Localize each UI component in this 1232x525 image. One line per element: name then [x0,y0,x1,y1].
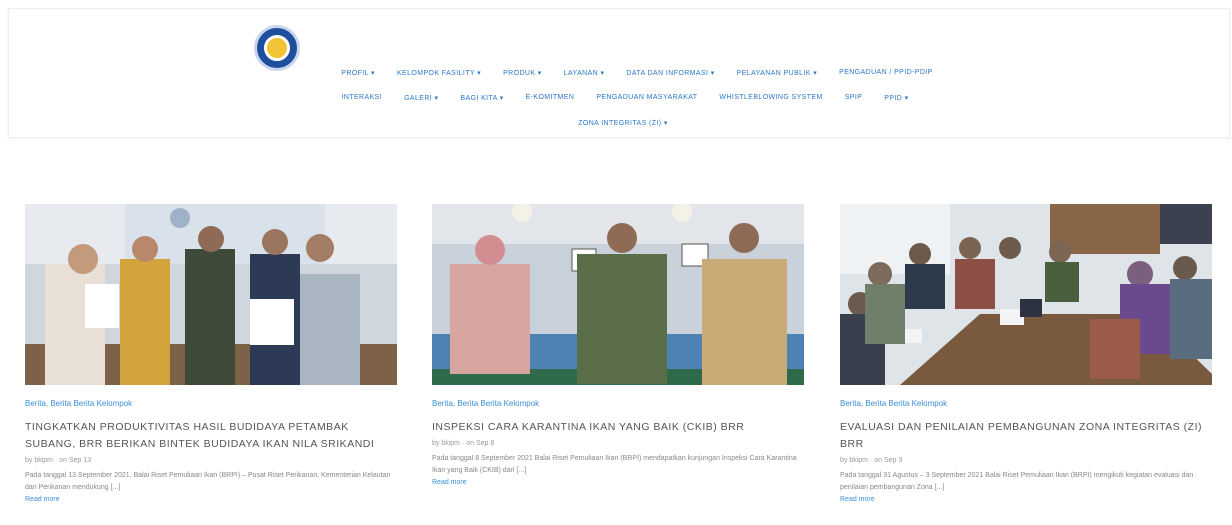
post-excerpt: Pada tanggal 8 September 2021 Balai Rise… [432,455,797,474]
post-excerpt: Pada tanggal 13 September 2021, Balai Ri… [25,472,391,491]
post-thumbnail[interactable] [840,204,1212,385]
post-category[interactable]: Berita, Berita Berita Kelompok [432,399,804,408]
photo-image [840,204,1212,385]
post-thumbnail[interactable] [25,204,397,385]
post-thumbnail[interactable] [432,204,804,385]
nav-galeri[interactable]: GALERI ▾ [404,94,438,102]
post-category[interactable]: Berita, Berita Berita Kelompok [840,399,1212,408]
photo-image [432,204,804,385]
post-meta: by bkipm · on Sep 3 [840,457,903,464]
nav-kelompok[interactable]: KELOMPOK FASILITY ▾ [397,69,481,77]
read-more-link[interactable]: Read more [432,479,804,486]
main-nav-row-3: ZONA INTEGRITAS (ZI) ▾ [9,119,1229,127]
nav-pengaduan-masyarakat[interactable]: PENGADUAN MASYARAKAT [596,94,697,102]
nav-produk[interactable]: PRODUK ▾ [503,69,542,77]
nav-ppid[interactable]: PPID ▾ [884,94,908,102]
post-meta: by bkipm · on Sep 13 [25,457,92,464]
post-title[interactable]: TINGKATKAN PRODUKTIVITAS HASIL BUDIDAYA … [25,419,397,453]
post-card: Berita, Berita Berita Kelompok INSPEKSI … [432,204,804,524]
nav-layanan[interactable]: LAYANAN ▾ [564,69,605,77]
post-excerpt: Pada tanggal 31 Agustus – 3 September 20… [840,472,1194,491]
nav-whistleblowing[interactable]: WHISTLEBLOWING SYSTEM [719,94,822,102]
main-nav-row-1: PROFIL ▾ KELOMPOK FASILITY ▾ PRODUK ▾ LA… [9,69,1229,77]
nav-bagi-kita[interactable]: BAGI KITA ▾ [460,94,503,102]
nav-data-informasi[interactable]: DATA DAN INFORMASI ▾ [626,69,714,77]
logo-emblem-icon [264,35,290,61]
photo-image [25,204,397,385]
post-meta: by bkipm · on Sep 8 [432,440,495,447]
post-category[interactable]: Berita, Berita Berita Kelompok [25,399,397,408]
nav-e-komitmen[interactable]: E-KOMITMEN [526,94,575,102]
read-more-link[interactable]: Read more [25,496,397,503]
nav-pengaduan[interactable]: PENGADUAN / PPID-PDIP [839,69,933,77]
nav-zona-integritas[interactable]: ZONA INTEGRITAS (ZI) ▾ [578,119,668,127]
site-logo[interactable] [254,25,300,71]
site-header: PROFIL ▾ KELOMPOK FASILITY ▾ PRODUK ▾ LA… [8,8,1230,138]
post-card: Berita, Berita Berita Kelompok TINGKATKA… [25,204,397,524]
nav-profil[interactable]: PROFIL ▾ [341,69,375,77]
main-nav-row-2: INTERAKSI GALERI ▾ BAGI KITA ▾ E-KOMITME… [9,94,1229,102]
nav-pelayanan-publik[interactable]: PELAYANAN PUBLIK ▾ [737,69,817,77]
nav-spip[interactable]: SPIP [845,94,863,102]
post-title[interactable]: EVALUASI DAN PENILAIAN PEMBANGUNAN ZONA … [840,419,1212,453]
read-more-link[interactable]: Read more [840,496,1212,503]
post-title[interactable]: INSPEKSI CARA KARANTINA IKAN YANG BAIK (… [432,419,804,436]
nav-interaksi[interactable]: INTERAKSI [342,94,383,102]
post-card: Berita, Berita Berita Kelompok EVALUASI … [840,204,1212,524]
